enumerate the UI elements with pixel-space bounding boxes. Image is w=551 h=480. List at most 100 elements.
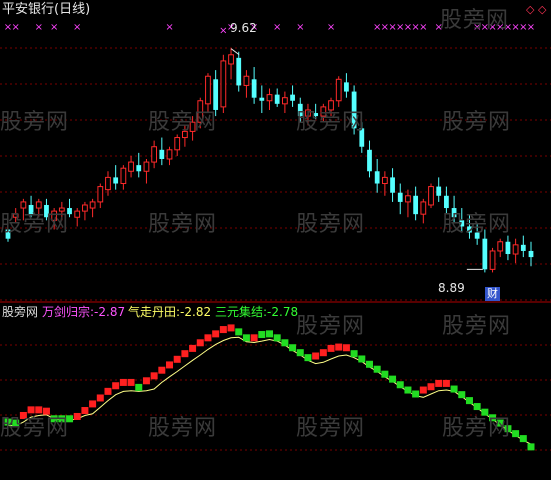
bull-block	[166, 361, 174, 369]
bear-block	[519, 435, 527, 443]
candle-body	[228, 54, 234, 65]
candle-body	[420, 201, 427, 215]
bear-block	[273, 334, 281, 342]
bull-block	[173, 355, 181, 363]
candle-body	[335, 78, 342, 102]
bear-block	[235, 328, 243, 336]
watermark: 股旁网	[440, 8, 510, 33]
candle-body	[428, 186, 434, 206]
bull-block	[189, 344, 197, 352]
bull-block	[442, 379, 450, 387]
candle-body	[259, 97, 265, 101]
bull-block	[81, 407, 89, 415]
signal-marker: ×	[165, 22, 173, 33]
signal-marker: ×	[419, 22, 427, 33]
bear-block	[450, 385, 458, 393]
watermark: 股旁网	[296, 416, 366, 441]
bear-block	[296, 349, 304, 357]
legend-sanyuan-value: -2.78	[267, 305, 299, 319]
bear-block	[289, 344, 297, 352]
candle-body	[266, 94, 273, 102]
bull-block	[319, 349, 327, 357]
candle-body	[489, 250, 496, 270]
legend-wanjian-value: -2.87	[94, 305, 126, 319]
bull-block	[119, 378, 127, 386]
bear-block	[458, 391, 466, 399]
candle-body	[374, 171, 380, 184]
chart-title: 平安银行(日线)	[2, 2, 91, 17]
watermark: 股旁网	[442, 314, 512, 339]
bull-block	[142, 377, 150, 385]
bear-block	[365, 360, 373, 368]
stock-chart-window: × × × × × × × × × × × × × × × × × × × × × × × × × × × × 股旁网 股旁网 股旁网…	[0, 0, 551, 480]
bear-block	[473, 403, 481, 411]
bull-block	[112, 382, 120, 390]
bull-block	[212, 330, 220, 338]
bear-block	[350, 350, 358, 358]
watermark: 股旁网	[296, 110, 366, 135]
bull-block	[181, 350, 189, 358]
watermark: 股旁网	[442, 416, 512, 441]
bear-block	[389, 375, 397, 383]
candle-body	[512, 244, 519, 255]
candle-body	[367, 149, 372, 172]
signal-marker: ×	[35, 22, 43, 33]
candle-body	[405, 195, 411, 203]
bull-block	[96, 394, 104, 402]
low-price-label: 8.89	[438, 281, 465, 295]
candle-body	[436, 186, 442, 196]
candle-body	[528, 250, 534, 258]
signal-marker: ×	[296, 22, 304, 33]
finance-badge[interactable]: 财	[485, 287, 500, 301]
signal-marker: ×	[50, 22, 58, 33]
bear-block	[266, 330, 273, 338]
watermark: 股旁网	[148, 416, 218, 441]
bear-block	[242, 334, 250, 342]
bear-block	[465, 397, 473, 405]
candle-body	[344, 82, 349, 92]
candle-body	[159, 149, 165, 159]
candle-body	[151, 146, 158, 163]
bull-block	[419, 386, 427, 394]
bull-block	[196, 339, 204, 347]
signal-marker: ×	[73, 22, 81, 33]
candle-body	[397, 192, 403, 202]
candle-body	[120, 167, 127, 185]
bear-block	[412, 390, 420, 398]
bull-block	[104, 387, 112, 395]
bull-block	[435, 379, 443, 387]
bull-block	[312, 352, 320, 360]
candle-body	[82, 204, 88, 212]
candle-body	[97, 186, 104, 203]
bear-block	[381, 370, 389, 378]
bear-block	[281, 339, 289, 347]
candle-body	[251, 79, 257, 98]
bull-block	[150, 372, 158, 380]
bull-block	[158, 366, 166, 374]
candle-body	[281, 97, 288, 105]
bull-block	[342, 344, 350, 352]
candle-body	[74, 210, 81, 218]
candle-body	[113, 177, 119, 184]
bear-block	[527, 443, 535, 451]
diamond-outline-icon[interactable]: ◇	[538, 3, 546, 17]
diamond-outline-icon[interactable]: ◇	[526, 3, 534, 17]
candle-body	[482, 238, 488, 270]
legend-qizou: 气走丹田:-2.82	[128, 305, 211, 319]
candle-body	[174, 137, 181, 151]
candle-body	[166, 149, 173, 160]
watermark: 股旁网	[0, 212, 70, 237]
high-price-arrow	[230, 48, 240, 56]
candle-body	[220, 60, 227, 108]
legend-wanjian-label: 万剑归宗:	[42, 305, 95, 319]
candle-body	[497, 241, 504, 252]
legend-qizou-value: -2.82	[180, 305, 212, 319]
candle-body	[413, 195, 419, 215]
candle-body	[89, 201, 96, 209]
bull-block	[73, 412, 81, 420]
legend-wanjian: 万剑归宗:-2.87	[42, 305, 125, 319]
bull-block	[127, 378, 135, 386]
legend-qizou-label: 气走丹田:	[128, 305, 181, 319]
candle-body	[243, 75, 250, 86]
bear-block	[304, 354, 312, 362]
